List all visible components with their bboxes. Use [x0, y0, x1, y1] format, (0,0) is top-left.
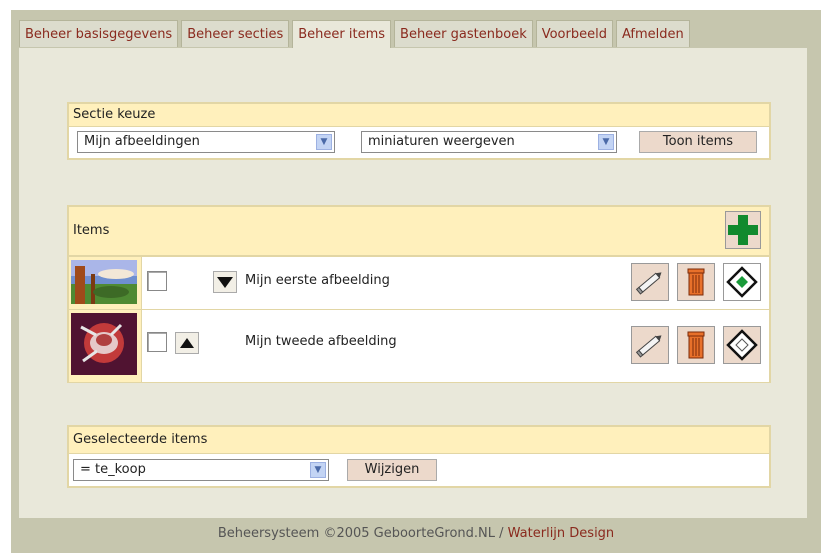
tab-bar: Beheer basisgegevens Beheer secties Behe…: [19, 20, 693, 49]
dropdown-arrow-icon: ▼: [316, 134, 332, 150]
footer: Beheersysteem ©2005 GeboorteGrond.NL / W…: [11, 526, 821, 541]
selected-items-panel: Geselecteerde items = te_koop ▼ Wijzigen: [67, 425, 771, 488]
status-button[interactable]: [723, 263, 761, 301]
view-select-value: miniaturen weergeven: [368, 134, 515, 149]
diamond-icon: [726, 266, 758, 298]
tab-afmelden[interactable]: Afmelden: [615, 20, 690, 47]
app-frame: Beheer basisgegevens Beheer secties Behe…: [11, 10, 821, 553]
thumbnail-cell: [69, 257, 142, 309]
item-title: Mijn eerste afbeelding: [245, 273, 390, 288]
status-button[interactable]: [723, 326, 761, 364]
edit-button[interactable]: [631, 263, 669, 301]
move-up-button[interactable]: [175, 332, 199, 354]
item-row: Mijn tweede afbeelding: [69, 309, 769, 382]
trash-icon: [687, 331, 705, 359]
item-title: Mijn tweede afbeelding: [245, 334, 397, 349]
select-checkbox[interactable]: [147, 332, 167, 352]
dropdown-arrow-icon: ▼: [598, 134, 614, 150]
section-choice-title: Sectie keuze: [69, 104, 769, 127]
tab-beheer-basisgegevens[interactable]: Beheer basisgegevens: [19, 20, 179, 47]
edit-button[interactable]: [631, 326, 669, 364]
items-header: Items: [69, 207, 769, 256]
pencil-icon: [635, 335, 662, 358]
delete-button[interactable]: [677, 326, 715, 364]
selected-action-value: = te_koop: [80, 462, 146, 477]
select-checkbox[interactable]: [147, 271, 167, 291]
wijzigen-button[interactable]: Wijzigen: [347, 459, 437, 481]
up-arrow-icon: [180, 338, 194, 348]
tab-beheer-gastenboek[interactable]: Beheer gastenboek: [394, 20, 533, 47]
section-select[interactable]: Mijn afbeeldingen ▼: [77, 131, 335, 153]
items-title: Items: [73, 223, 110, 238]
dropdown-arrow-icon: ▼: [310, 462, 326, 478]
view-select[interactable]: miniaturen weergeven ▼: [361, 131, 617, 153]
footer-text: Beheersysteem ©2005 GeboorteGrond.NL /: [217, 526, 508, 541]
item-row: Mijn eerste afbeelding: [69, 256, 769, 309]
tab-beheer-items[interactable]: Beheer items: [292, 20, 392, 49]
delete-button[interactable]: [677, 263, 715, 301]
section-choice-panel: Sectie keuze Mijn afbeeldingen ▼ miniatu…: [67, 102, 771, 160]
section-select-value: Mijn afbeeldingen: [84, 134, 200, 149]
thumbnail-image[interactable]: [71, 260, 137, 304]
show-items-button[interactable]: Toon items: [639, 131, 757, 153]
thumbnail-cell: [69, 310, 142, 382]
content-area: Sectie keuze Mijn afbeeldingen ▼ miniatu…: [19, 48, 807, 518]
down-arrow-icon: [217, 277, 233, 288]
footer-link[interactable]: Waterlijn Design: [508, 526, 615, 541]
add-icon: [728, 215, 758, 245]
items-panel: Items Mijn eerste afbeelding Mijn tweede…: [67, 205, 771, 383]
tab-voorbeeld[interactable]: Voorbeeld: [535, 20, 613, 47]
pencil-icon: [635, 272, 662, 295]
selected-action-select[interactable]: = te_koop ▼: [73, 459, 329, 481]
tab-beheer-secties[interactable]: Beheer secties: [181, 20, 290, 47]
diamond-icon: [726, 329, 758, 361]
selected-items-title: Geselecteerde items: [69, 427, 769, 454]
add-item-button[interactable]: [725, 211, 761, 249]
trash-icon: [687, 268, 705, 296]
move-down-button[interactable]: [213, 271, 237, 293]
thumbnail-image[interactable]: [71, 313, 137, 375]
